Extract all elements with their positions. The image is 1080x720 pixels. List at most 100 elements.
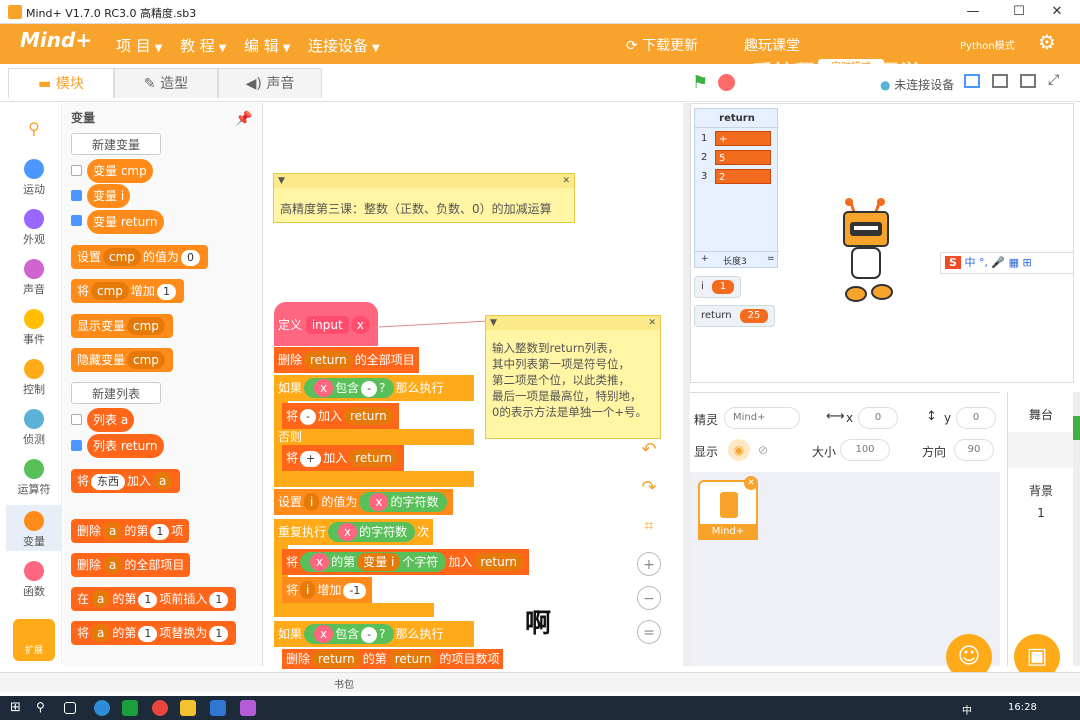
list-a-block[interactable]: 列表 a	[87, 408, 135, 432]
var-return-checkbox[interactable]	[71, 215, 82, 226]
y-input[interactable]: 0	[956, 407, 996, 429]
list-dropdown[interactable]: a	[91, 590, 111, 608]
list-a-checkbox[interactable]	[71, 414, 82, 425]
value-input[interactable]: -	[361, 381, 378, 397]
taskbar-ime[interactable]: 中	[962, 702, 972, 717]
script-area[interactable]: ▼ ✕ 高精度第三课：整数（正数、负数、0）的加减运算 ▼ ✕ 输入整数到retur…	[263, 103, 683, 669]
value-input[interactable]: 1	[138, 626, 158, 642]
category-events[interactable]: 事件	[6, 309, 62, 347]
add-to-list-block[interactable]: 将东西 加入 a	[71, 469, 181, 493]
scroll-thumb[interactable]	[1073, 416, 1080, 440]
value-input[interactable]: 1	[138, 592, 158, 608]
show-eye-icon[interactable]: ◉	[728, 439, 750, 461]
chrome-icon[interactable]	[152, 700, 168, 716]
tab-code[interactable]: ▬ 模块	[8, 68, 114, 98]
folder-icon[interactable]	[180, 700, 196, 716]
param-x[interactable]: x	[314, 625, 334, 643]
var-return-block[interactable]: 变量 return	[87, 210, 164, 234]
list-monitor-return[interactable]: return 1 + 2 5 3 2 + 长度3 =	[694, 108, 779, 268]
stage-thumb[interactable]	[1008, 432, 1074, 468]
hide-eye-icon[interactable]: ⊘	[752, 439, 774, 461]
value-input[interactable]: 东西	[91, 474, 126, 490]
var-i-block[interactable]: 变量 i	[87, 184, 131, 208]
sprite-thumbnail[interactable]: ✕ Mind+	[698, 476, 758, 540]
var-dropdown[interactable]: i	[300, 581, 316, 599]
var-i-checkbox[interactable]	[71, 190, 82, 201]
var-dropdown[interactable]: cmp	[127, 351, 165, 369]
var-dropdown[interactable]: i	[304, 493, 320, 511]
var-monitor-i[interactable]: i1	[694, 276, 742, 298]
param-x[interactable]: x	[350, 316, 370, 334]
insert-item-block[interactable]: 在 a 的第 1 项前插入 1	[71, 587, 237, 611]
param-x[interactable]: x	[314, 379, 334, 397]
list-item[interactable]: +	[715, 131, 771, 146]
list-resize-handle[interactable]: =	[767, 254, 775, 264]
pin-icon[interactable]: 📌	[235, 111, 252, 127]
var-dropdown[interactable]: cmp	[127, 317, 165, 335]
sprite-list-area[interactable]: ✕ Mind+ ☺	[690, 472, 1000, 680]
stop-icon[interactable]	[718, 74, 735, 91]
contains-operator[interactable]: x 包含 -?	[304, 378, 394, 398]
ime-toolbar[interactable]: S 中 °, 🎤 ▦ ⊞	[940, 252, 1074, 274]
value-input[interactable]: +	[300, 451, 322, 467]
close-button[interactable]: ✕	[1034, 0, 1080, 24]
value-input[interactable]: 1	[209, 592, 229, 608]
category-sensing[interactable]: 侦测	[6, 409, 62, 447]
hide-var-block[interactable]: 隐藏变量 cmp	[71, 348, 173, 372]
search-icon[interactable]: ⚲	[6, 119, 62, 138]
settings-gear-icon[interactable]: ⚙	[1038, 30, 1056, 54]
close-icon[interactable]: ✕	[562, 174, 570, 188]
wechat-icon[interactable]	[122, 700, 138, 716]
zoom-reset-icon[interactable]: =	[637, 620, 661, 644]
menu-project[interactable]: 项 目 ▼	[116, 35, 162, 56]
list-item[interactable]: 2	[715, 169, 771, 184]
large-stage-icon[interactable]	[992, 74, 1008, 88]
set-i-block[interactable]: 设置 i 的值为 x 的字符数	[274, 489, 453, 515]
category-motion[interactable]: 运动	[6, 159, 62, 197]
stage-scrollbar[interactable]	[1073, 392, 1080, 666]
var-dropdown[interactable]: cmp	[91, 282, 129, 300]
letter-of-operator[interactable]: x 的第 变量 i 个字符	[300, 552, 447, 572]
list-dropdown[interactable]: a	[103, 522, 123, 540]
extension-button[interactable]: 扩展	[13, 619, 55, 661]
size-input[interactable]: 100	[840, 439, 890, 461]
value-input[interactable]: 1	[150, 524, 170, 540]
x-input[interactable]: 0	[858, 407, 898, 429]
change-var-block[interactable]: 将 cmp 增加 1	[71, 279, 184, 303]
list-return-block[interactable]: 列表 return	[87, 434, 164, 458]
zoom-in-icon[interactable]: +	[637, 552, 661, 576]
length-operator[interactable]: x 的字符数	[328, 522, 416, 542]
param-x[interactable]: x	[369, 493, 389, 511]
list-dropdown[interactable]: return	[349, 449, 398, 467]
category-variables[interactable]: 变量	[6, 505, 62, 551]
new-variable-button[interactable]: 新建变量	[71, 133, 161, 155]
value-input[interactable]: -	[300, 409, 316, 425]
value-input[interactable]: 0	[180, 250, 200, 266]
download-update-button[interactable]: ⟳ 下载更新	[626, 35, 698, 55]
category-sound[interactable]: 声音	[6, 259, 62, 297]
device-status[interactable]: ● 未连接设备	[880, 76, 954, 93]
set-var-block[interactable]: 设置 cmp 的值为 0	[71, 245, 208, 269]
category-operators[interactable]: 运算符	[6, 459, 62, 497]
var-dropdown[interactable]: cmp	[103, 248, 141, 266]
param-x[interactable]: x	[338, 523, 358, 541]
var-cmp-block[interactable]: 变量 cmp	[87, 159, 153, 183]
comment-note-1[interactable]: ▼ ✕ 高精度第三课：整数（正数、负数、0）的加减运算	[273, 173, 575, 223]
define-block[interactable]: 定义 input x	[274, 302, 378, 346]
task-view-icon[interactable]	[64, 702, 76, 714]
list-dropdown[interactable]: return	[474, 553, 524, 571]
repeat-block[interactable]: 重复执行 x 的字符数次	[274, 519, 434, 545]
value-input[interactable]: -1	[343, 583, 367, 599]
close-icon[interactable]: ✕	[648, 316, 656, 330]
sprite-name-input[interactable]: Mind+	[724, 407, 800, 429]
app-icon-2[interactable]	[210, 700, 226, 716]
change-i-block[interactable]: 将 i 增加 -1	[282, 577, 373, 603]
length-operator[interactable]: x 的字符数	[359, 492, 447, 512]
mindplus-robot-sprite[interactable]	[836, 198, 898, 306]
value-input[interactable]: 1	[156, 284, 176, 300]
windows-start-icon[interactable]: ⊞	[10, 700, 26, 716]
var-reporter[interactable]: 变量 i	[357, 553, 401, 571]
redo-icon[interactable]: ↷	[637, 476, 661, 500]
fullscreen-icon[interactable]: ⤢	[1048, 72, 1059, 88]
delete-item-block[interactable]: 删除 a 的第 1 项	[71, 519, 190, 543]
